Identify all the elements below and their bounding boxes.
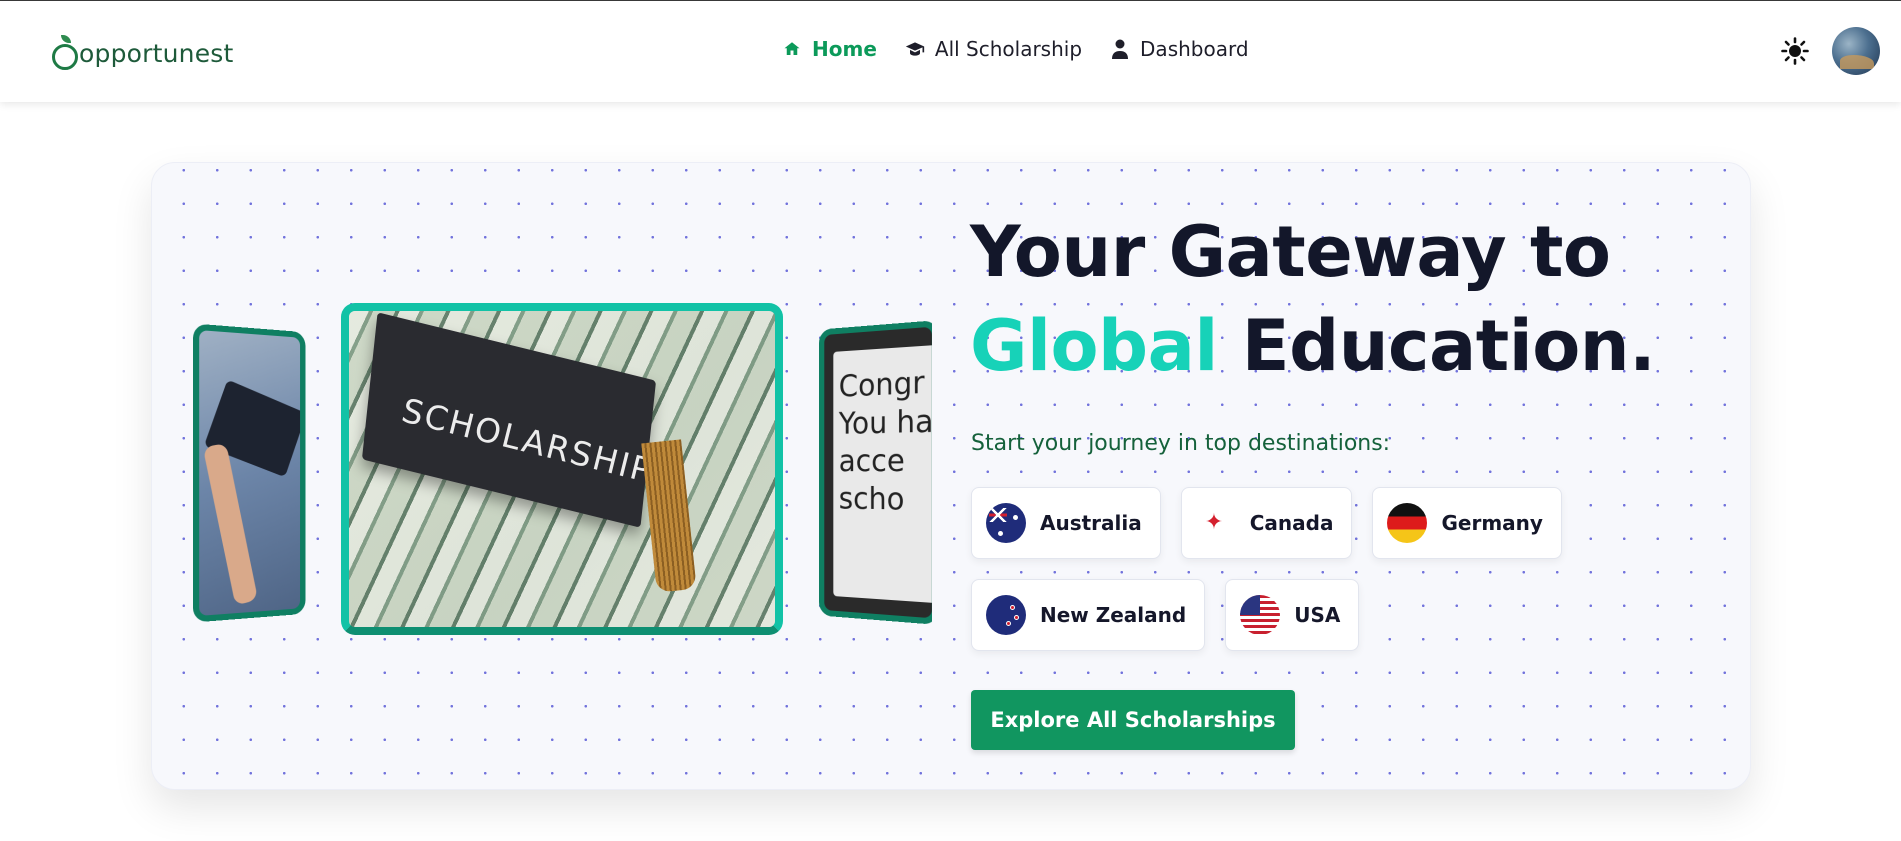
destination-new-zealand-button[interactable]: New Zealand (971, 579, 1206, 651)
destination-label: Canada (1249, 511, 1334, 535)
nav-item-label: Dashboard (1140, 37, 1249, 61)
destination-label: USA (1294, 603, 1341, 627)
home-icon (782, 39, 802, 59)
main-nav: Home All Scholarship Dashboard (782, 37, 1249, 61)
nav-item-label: All Scholarship (934, 37, 1083, 61)
hero-title: Your Gateway to Global Education. (970, 205, 1656, 393)
australia-flag-icon (986, 503, 1026, 543)
carousel-slide-next[interactable]: Congr You ha acce scho (818, 320, 932, 625)
destination-label: New Zealand (1040, 603, 1187, 627)
destination-australia-button[interactable]: Australia (971, 487, 1161, 559)
nav-item-dashboard[interactable]: Dashboard (1110, 37, 1249, 61)
carousel-slide-active[interactable]: SCHOLARSHIP (341, 303, 783, 635)
destination-list: Australia ✦ Canada Germany New Zealand U… (971, 487, 1571, 671)
hero-title-line1: Your Gateway to (970, 211, 1611, 293)
destination-label: Australia (1040, 511, 1142, 535)
hero-card: SCHOLARSHIP Congr You ha acce scho Your … (151, 162, 1751, 790)
brand-name: opportunest (79, 38, 234, 68)
destination-label: Germany (1441, 511, 1543, 535)
nav-item-all-scholarship[interactable]: All Scholarship (905, 37, 1082, 61)
image-carousel[interactable]: SCHOLARSHIP Congr You ha acce scho (192, 303, 932, 643)
user-icon (1110, 39, 1130, 59)
navbar: opportunest Home All Scholarship Dashboa… (0, 1, 1901, 102)
carousel-slide-previous[interactable] (193, 323, 306, 623)
graduation-cap-icon (905, 39, 925, 59)
raised-hand-image (202, 442, 258, 606)
destination-row: Australia ✦ Canada Germany (971, 487, 1571, 559)
theme-toggle-button[interactable] (1780, 36, 1810, 66)
destination-canada-button[interactable]: ✦ Canada (1180, 487, 1353, 559)
canada-flag-icon: ✦ (1195, 503, 1236, 543)
destination-usa-button[interactable]: USA (1225, 579, 1360, 651)
nav-item-label: Home (812, 37, 877, 61)
hero-title-line2: Education. (1241, 305, 1656, 387)
hero-title-accent: Global (970, 305, 1218, 387)
destination-row: New Zealand USA (971, 579, 1571, 651)
acceptance-letter-image: Congr You ha acce scho (833, 344, 932, 604)
user-avatar[interactable] (1832, 27, 1880, 75)
explore-all-scholarships-button[interactable]: Explore All Scholarships (971, 690, 1295, 750)
usa-flag-icon (1240, 595, 1281, 635)
hero-subtitle: Start your journey in top destinations: (971, 431, 1391, 456)
brand-logo[interactable]: opportunest (52, 33, 234, 73)
new-zealand-flag-icon (986, 595, 1026, 635)
nav-item-home[interactable]: Home (782, 37, 877, 61)
sun-icon (1781, 37, 1809, 65)
destination-germany-button[interactable]: Germany (1372, 487, 1562, 559)
germany-flag-icon (1387, 503, 1428, 543)
logo-sprout-icon (52, 35, 78, 70)
